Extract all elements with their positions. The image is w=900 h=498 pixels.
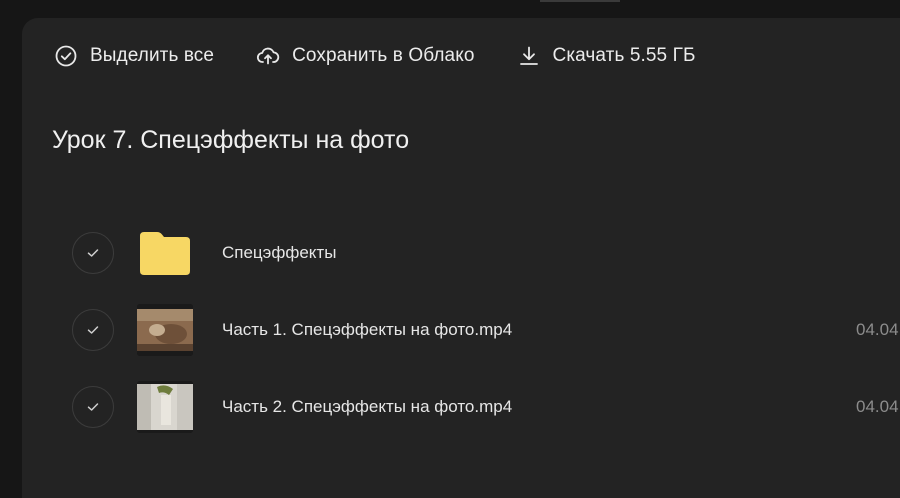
folder-icon (140, 231, 190, 275)
select-all-button[interactable]: Выделить все (54, 42, 214, 70)
check-circle-icon (54, 44, 78, 68)
folder-thumbnail (137, 227, 193, 279)
checkmark-icon (87, 325, 99, 334)
file-list: Спецэффекты Часть 1. Спецэффекты на фото… (72, 214, 900, 445)
file-name[interactable]: Часть 2. Спецэффекты на фото.mp4 (222, 397, 512, 417)
row-select-checkbox[interactable] (72, 231, 114, 274)
toolbar: Выделить все Сохранить в Облако Скачать … (54, 42, 738, 70)
checkmark-icon (87, 402, 99, 411)
download-icon (517, 44, 541, 68)
save-to-cloud-label: Сохранить в Облако (292, 45, 475, 66)
file-row-folder[interactable]: Спецэффекты (72, 214, 900, 291)
file-row-video[interactable]: Часть 1. Спецэффекты на фото.mp4 04.04 (72, 291, 900, 368)
download-label: Скачать 5.55 ГБ (552, 45, 696, 66)
save-to-cloud-button[interactable]: Сохранить в Облако (256, 42, 474, 70)
folder-title: Урок 7. Спецэффекты на фото (52, 126, 410, 154)
download-button[interactable]: Скачать 5.55 ГБ (517, 42, 696, 70)
video-thumbnail (137, 303, 193, 356)
select-all-label: Выделить все (90, 45, 215, 66)
top-tab-indicator (540, 0, 620, 2)
file-name[interactable]: Часть 1. Спецэффекты на фото.mp4 (222, 320, 512, 340)
checkmark-icon (87, 248, 99, 257)
row-select-checkbox[interactable] (72, 385, 114, 428)
row-select-checkbox[interactable] (72, 308, 114, 351)
top-strip (0, 0, 900, 18)
file-date: 04.04 (856, 319, 899, 339)
file-row-video[interactable]: Часть 2. Спецэффекты на фото.mp4 04.04 (72, 368, 900, 445)
video-preview-image (137, 303, 193, 356)
cloud-upload-icon (256, 44, 280, 68)
file-date: 04.04 (856, 396, 899, 416)
file-name[interactable]: Спецэффекты (222, 243, 336, 263)
file-browser-panel: Выделить все Сохранить в Облако Скачать … (22, 18, 900, 498)
video-preview-image (137, 380, 193, 433)
video-thumbnail (137, 380, 193, 433)
